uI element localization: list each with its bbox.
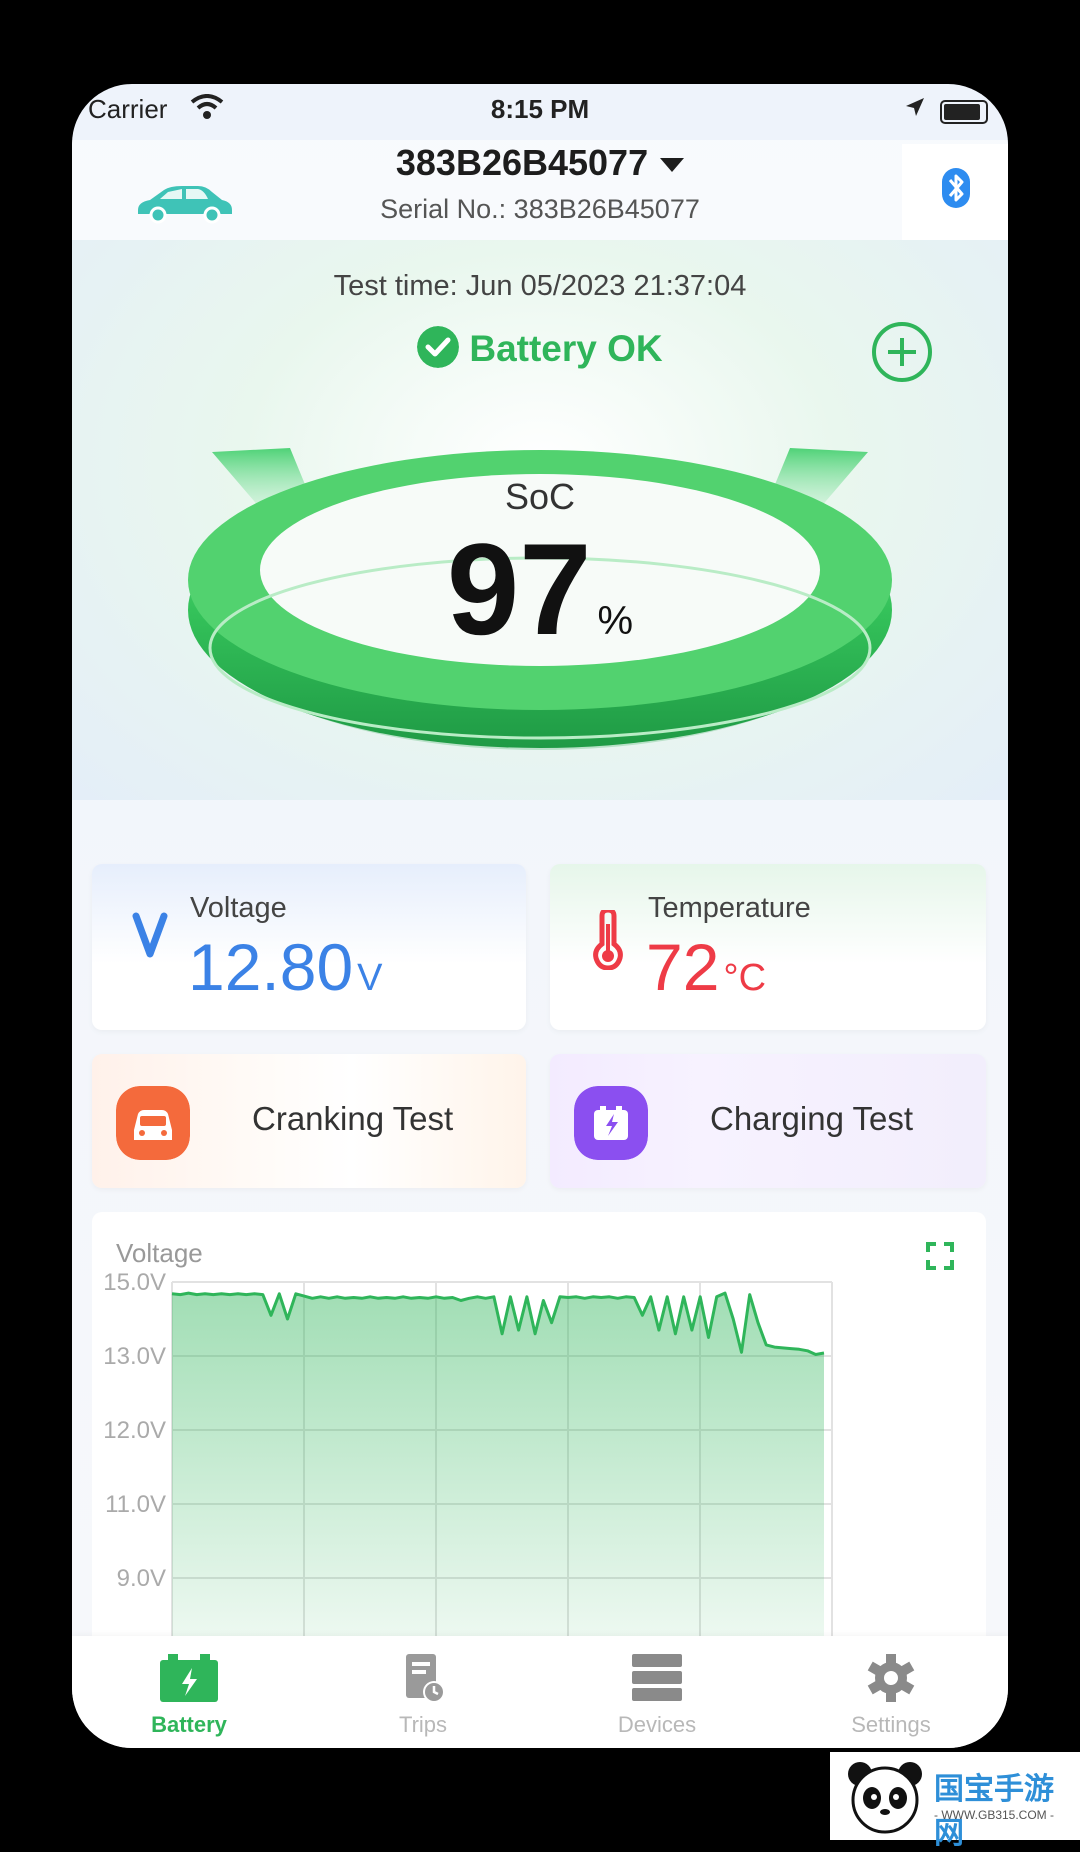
voltage-icon bbox=[132, 912, 168, 958]
cranking-test-label: Cranking Test bbox=[252, 1100, 454, 1137]
add-button[interactable] bbox=[872, 322, 932, 382]
voltage-chart-plot: 15.0V 13.0V 12.0V 11.0V 9.0V bbox=[103, 1269, 833, 1672]
temperature-card[interactable]: Temperature 72 °C bbox=[550, 864, 986, 1030]
chart-y-tick-label: 9.0V bbox=[117, 1565, 166, 1592]
tab-battery[interactable]: Battery bbox=[72, 1636, 306, 1748]
chart-y-tick-label: 15.0V bbox=[103, 1269, 166, 1296]
clock: 8:15 PM bbox=[490, 94, 590, 124]
status-bar: Carrier 8:15 PM bbox=[72, 84, 1008, 140]
chart-y-tick-label: 12.0V bbox=[103, 1417, 166, 1444]
check-circle-icon bbox=[417, 326, 460, 369]
tab-settings-label: Settings bbox=[851, 1712, 931, 1737]
charging-battery-icon bbox=[574, 1086, 648, 1160]
chevron-down-icon bbox=[660, 158, 685, 173]
device-name: 383B26B45077 bbox=[395, 142, 649, 183]
temperature-value: 72 bbox=[646, 930, 720, 1004]
thermometer-icon bbox=[593, 910, 623, 970]
temperature-label: Temperature bbox=[648, 892, 811, 924]
soc-unit: % bbox=[597, 599, 634, 643]
tab-devices[interactable]: Devices bbox=[540, 1636, 774, 1748]
trips-tab-icon bbox=[406, 1654, 445, 1703]
voltage-card[interactable]: Voltage 12.80 V bbox=[92, 864, 526, 1030]
voltage-label: Voltage bbox=[190, 892, 287, 924]
voltage-unit: V bbox=[357, 957, 383, 999]
panda-logo bbox=[848, 1762, 922, 1834]
voltage-readout: 12.80 V bbox=[188, 934, 383, 1011]
tab-devices-label: Devices bbox=[617, 1712, 697, 1737]
tab-settings[interactable]: Settings bbox=[774, 1636, 1008, 1748]
chart-y-tick-label: 11.0V bbox=[105, 1491, 166, 1518]
test-time: Test time: Jun 05/2023 21:37:04 bbox=[333, 270, 747, 302]
temperature-readout: 72 °C bbox=[646, 934, 766, 1011]
location-arrow-icon bbox=[906, 98, 924, 116]
devices-tab-icon bbox=[632, 1654, 682, 1701]
phone-screen: Carrier 8:15 PM 383B26B45077 Serial No.:… bbox=[72, 84, 1008, 1748]
chart-y-tick-label: 13.0V bbox=[103, 1343, 166, 1370]
serial-number: Serial No.: 383B26B45077 bbox=[380, 194, 700, 224]
battery-tab-icon bbox=[160, 1654, 218, 1702]
soc-readout: 97% bbox=[72, 524, 1008, 686]
tab-bar: Battery Trips Devices Settings bbox=[72, 1636, 1008, 1748]
soc-value: 97 bbox=[446, 516, 592, 662]
charging-test-label: Charging Test bbox=[710, 1100, 914, 1137]
voltage-chart: Voltage 15.0V 13.0V 12.0V 11.0V 9.0V bbox=[92, 1212, 986, 1672]
temperature-unit: °C bbox=[723, 957, 767, 999]
watermark: 国宝手游网 - WWW.GB315.COM - bbox=[830, 1752, 1080, 1850]
tab-trips-label: Trips bbox=[398, 1712, 448, 1737]
chart-area bbox=[172, 1293, 824, 1672]
gear-icon bbox=[867, 1654, 915, 1702]
tab-trips[interactable]: Trips bbox=[306, 1636, 540, 1748]
battery-status-icon bbox=[940, 100, 988, 124]
voltage-value: 12.80 bbox=[188, 930, 354, 1004]
car-front-icon bbox=[116, 1086, 190, 1160]
tab-battery-label: Battery bbox=[151, 1712, 227, 1737]
cranking-test-button[interactable]: Cranking Test bbox=[92, 1054, 526, 1188]
charging-test-button[interactable]: Charging Test bbox=[550, 1054, 986, 1188]
soc-label: SoC bbox=[504, 476, 576, 517]
battery-status-text: Battery OK bbox=[469, 328, 663, 369]
battery-status: Battery OK bbox=[72, 326, 1008, 372]
watermark-url: - WWW.GB315.COM - bbox=[934, 1808, 1054, 1822]
bluetooth-icon bbox=[942, 168, 970, 208]
device-selector[interactable]: 383B26B45077 bbox=[72, 142, 1008, 184]
